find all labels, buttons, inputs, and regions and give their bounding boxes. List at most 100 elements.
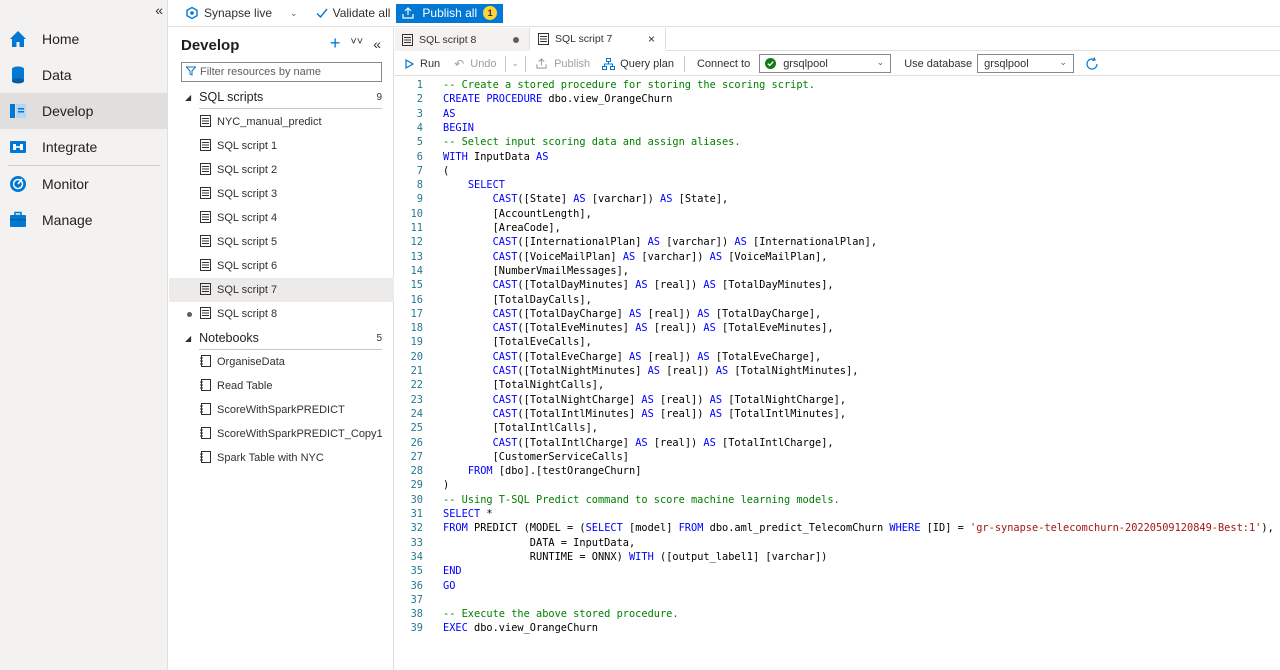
line-number: 28: [410, 465, 423, 478]
line-text: GO: [443, 579, 456, 592]
refresh-icon[interactable]: [1085, 56, 1099, 71]
connect-to-dropdown[interactable]: grsqlpool ⌄: [759, 54, 892, 73]
line-text: [TotalNightCalls],: [443, 379, 605, 392]
line-number: 2: [416, 93, 423, 106]
line-text: FROM [dbo].[testOrangeChurn]: [467, 465, 642, 478]
toolbar-divider: [525, 55, 527, 72]
line-number: 9: [416, 193, 423, 206]
line-number: 25: [410, 422, 423, 435]
line-number: 19: [410, 336, 423, 349]
collapse-nav-icon[interactable]: «: [155, 2, 163, 18]
code-line: 9 CAST([State] AS [varchar]) AS [State],: [395, 192, 1280, 206]
code-line: 28 FROM [dbo].[testOrangeChurn]: [395, 464, 1280, 478]
code-line: 6 WITH InputData AS: [395, 150, 1280, 164]
sql-script-item[interactable]: SQL script 3: [169, 182, 394, 206]
validate-check-icon: [316, 7, 328, 19]
line-number: 37: [410, 593, 423, 606]
line-number: 14: [410, 264, 423, 277]
validate-all-button[interactable]: Validate all: [316, 6, 390, 20]
code-line: 36 GO: [395, 579, 1280, 593]
sql-script-item[interactable]: SQL script 1: [169, 134, 394, 158]
code-line: 35 END: [395, 564, 1280, 578]
line-text: FROM PREDICT (MODEL = (SELECT [model] FR…: [443, 522, 1274, 535]
line-number: 13: [410, 250, 423, 263]
nav-item-manage[interactable]: Manage: [0, 202, 168, 238]
nav-item-integrate[interactable]: Integrate: [0, 129, 168, 165]
nav-item-data[interactable]: Data: [0, 57, 168, 93]
line-number: 15: [410, 279, 423, 292]
sql-scripts-group[interactable]: ◢ SQL scripts 9: [169, 86, 394, 108]
pending-changes-badge: 1: [483, 6, 498, 20]
line-text: [TotalEveCalls],: [443, 336, 592, 349]
workspace-mode-dropdown[interactable]: Synapse live ⌄: [186, 6, 298, 20]
undo-dropdown-button[interactable]: ⌄: [512, 58, 520, 69]
sql-script-item[interactable]: SQL script 4: [169, 206, 394, 230]
code-line: 13 CAST([VoiceMailPlan] AS [varchar]) AS…: [395, 250, 1280, 264]
collapse-all-icon[interactable]: ˅˅: [350, 36, 363, 52]
use-database-label: Use database: [904, 57, 973, 70]
left-nav: « Home Data Develop Integrate Monitor Ma…: [0, 0, 168, 670]
sql-script-item[interactable]: SQL script 8: [169, 302, 394, 326]
notebook-item[interactable]: Spark Table with NYC: [169, 446, 394, 470]
code-line: 32 FROM PREDICT (MODEL = (SELECT [model] …: [395, 521, 1280, 535]
code-line: 4 BEGIN: [395, 121, 1280, 135]
tree-item-label: Spark Table with NYC: [217, 452, 324, 464]
toolbar-divider: [504, 55, 506, 72]
line-number: 26: [410, 436, 423, 449]
play-icon: [405, 58, 414, 69]
nav-label: Integrate: [42, 139, 98, 155]
line-text: [TotalDayCalls],: [443, 293, 592, 306]
sql-script-item[interactable]: SQL script 2: [169, 158, 394, 182]
tree-item-label: SQL script 3: [217, 188, 278, 200]
line-number: 17: [410, 307, 423, 320]
nav-item-home[interactable]: Home: [0, 21, 168, 57]
chevron-down-icon: ⌄: [876, 57, 885, 67]
line-number: 38: [410, 608, 423, 621]
connected-check-icon: [765, 58, 777, 69]
close-icon[interactable]: ×: [648, 32, 655, 46]
code-line: 17 CAST([TotalDayCharge] AS [real]) AS […: [395, 307, 1280, 321]
nav-item-monitor[interactable]: Monitor: [0, 166, 168, 202]
sql-script-item[interactable]: SQL script 5: [169, 230, 394, 254]
sql-script-icon: [200, 115, 211, 127]
sql-script-item[interactable]: NYC_manual_predict: [169, 110, 394, 134]
tab-sql-script-8[interactable]: SQL script 8: [395, 28, 529, 51]
tree-item-label: ScoreWithSparkPREDICT_Copy1: [217, 428, 383, 440]
sql-script-item[interactable]: SQL script 7: [169, 278, 394, 302]
undo-button[interactable]: ↶ Undo: [454, 57, 496, 71]
line-text: CAST([State] AS [varchar]) AS [State],: [492, 193, 729, 206]
sql-script-item[interactable]: SQL script 6: [169, 254, 394, 278]
publish-button[interactable]: Publish: [536, 58, 590, 70]
nav-item-develop[interactable]: Develop: [0, 93, 168, 129]
use-database-dropdown[interactable]: grsqlpool ⌄: [977, 54, 1075, 73]
manage-icon: [8, 210, 28, 230]
run-button[interactable]: Run: [405, 58, 440, 70]
notebook-item[interactable]: ScoreWithSparkPREDICT: [169, 398, 394, 422]
line-text: [CustomerServiceCalls]: [443, 450, 629, 463]
notebook-item[interactable]: OrganiseData: [169, 350, 394, 374]
code-line: 14 [NumberVmailMessages],: [395, 264, 1280, 278]
notebook-item[interactable]: Read Table: [169, 374, 394, 398]
publish-all-button[interactable]: Publish all 1: [396, 3, 504, 23]
tree-item-label: SQL script 8: [217, 308, 278, 320]
notebook-icon: [200, 355, 211, 367]
add-resource-icon[interactable]: +: [330, 34, 341, 52]
line-number: 34: [410, 550, 423, 563]
code-line: 11 [AreaCode],: [395, 221, 1280, 235]
collapse-panel-icon[interactable]: «: [373, 36, 381, 52]
line-text: (: [443, 164, 450, 177]
code-line: 16 [TotalDayCalls],: [395, 293, 1280, 307]
notebooks-group[interactable]: ◢ Notebooks 5: [169, 327, 394, 349]
run-label: Run: [420, 57, 441, 70]
filter-resources-input[interactable]: Filter resources by name: [181, 62, 382, 82]
sql-script-icon: [200, 259, 211, 271]
code-line: 2 CREATE PROCEDURE dbo.view_OrangeChurn: [395, 92, 1280, 106]
line-number: 12: [410, 236, 423, 249]
publish-label: Publish: [554, 57, 591, 70]
tab-sql-script-7[interactable]: SQL script 7 ×: [529, 28, 666, 51]
query-plan-button[interactable]: Query plan: [602, 57, 674, 70]
sql-code-editor[interactable]: 1 -- Create a stored procedure for storin…: [395, 77, 1280, 670]
line-text: RUNTIME = ONNX) WITH ([output_label1] [v…: [443, 550, 828, 563]
line-number: 1: [416, 79, 423, 91]
notebook-item[interactable]: ScoreWithSparkPREDICT_Copy1: [169, 422, 394, 446]
